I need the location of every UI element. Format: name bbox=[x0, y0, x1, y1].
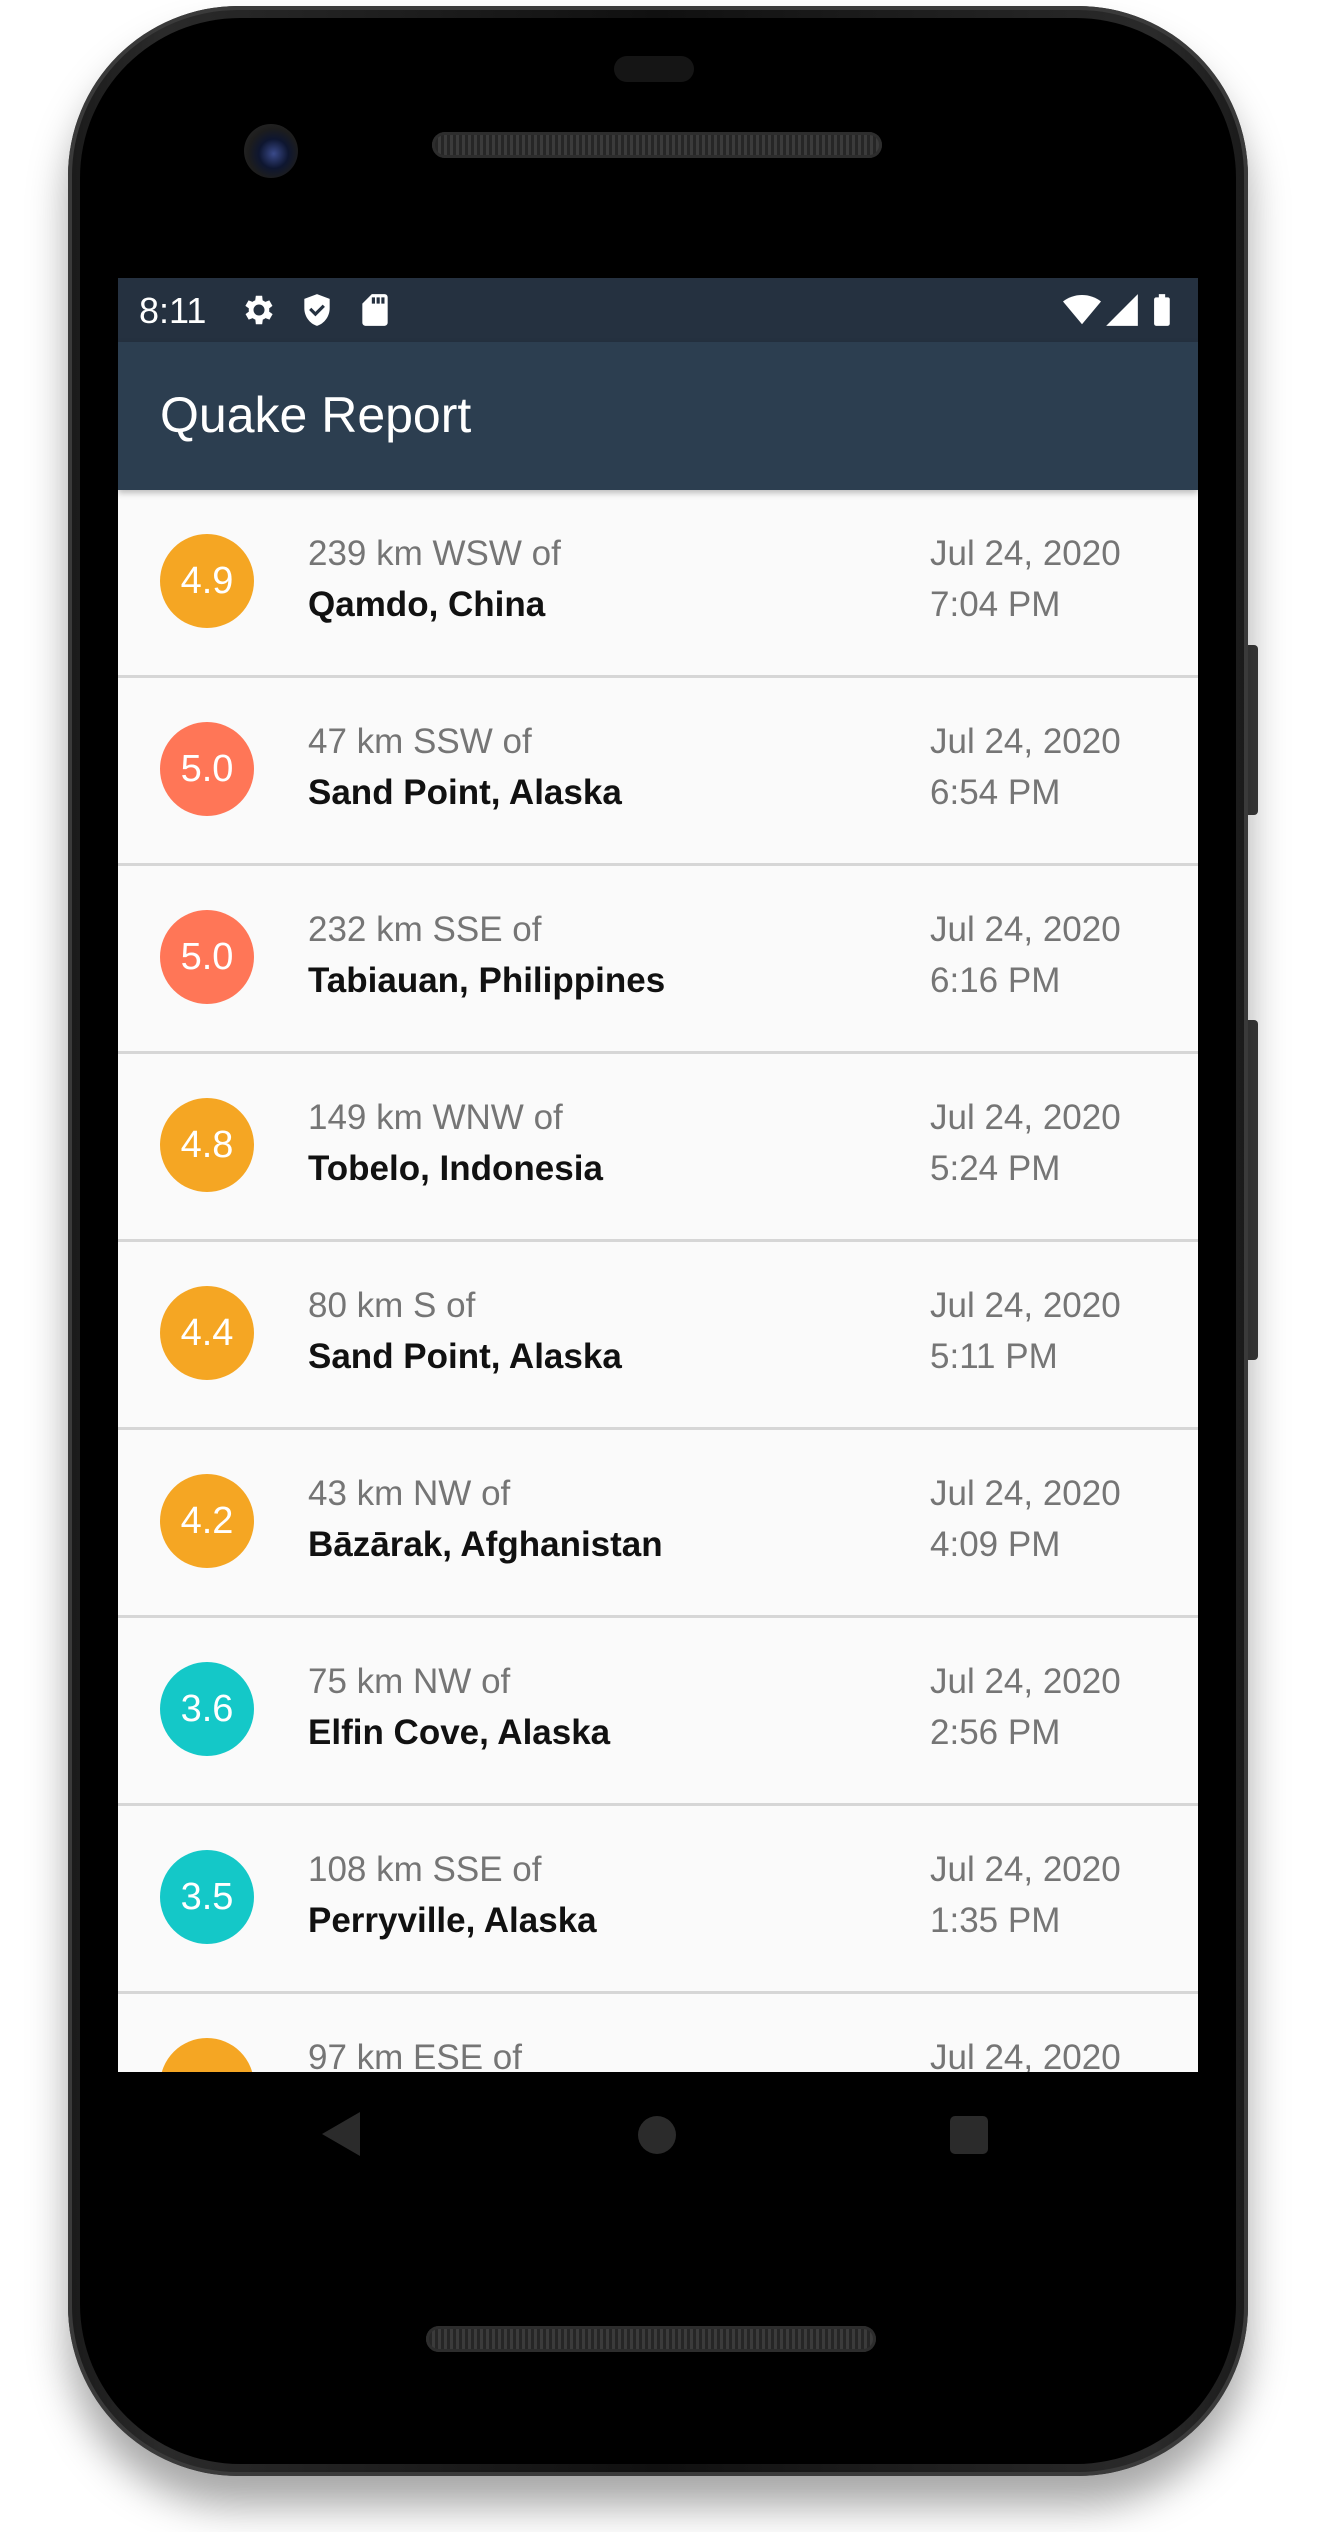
quake-time: 2:56 PM bbox=[930, 1713, 1061, 1752]
primary-location: Bāzārak, Afghanistan bbox=[308, 1525, 663, 1564]
earthquake-list-item[interactable]: 4.4 80 km S of Sand Point, Alaska Jul 24, 2… bbox=[118, 1242, 1198, 1430]
quake-date: Jul 24, 2020 bbox=[930, 1850, 1121, 1889]
battery-icon bbox=[1154, 294, 1170, 326]
magnitude-badge: 3.5 bbox=[160, 1850, 254, 1944]
app-bar: Quake Report bbox=[118, 342, 1198, 490]
quake-time: 5:24 PM bbox=[930, 1149, 1061, 1188]
back-icon[interactable] bbox=[322, 2112, 360, 2156]
magnitude-badge bbox=[160, 2038, 254, 2072]
earthquake-list-item[interactable]: 3.5 108 km SSE of Perryville, Alaska Jul 24… bbox=[118, 1806, 1198, 1994]
bottom-speaker bbox=[426, 2326, 876, 2352]
earthquake-list-item[interactable]: 97 km ESE of Jul 24, 2020 bbox=[118, 1994, 1198, 2072]
primary-location: Sand Point, Alaska bbox=[308, 773, 622, 812]
location-offset: 80 km S of bbox=[308, 1286, 476, 1325]
quake-time: 6:16 PM bbox=[930, 961, 1061, 1000]
earthquake-list[interactable]: 4.9 239 km WSW of Qamdo, China Jul 24, 2020… bbox=[118, 490, 1198, 2072]
magnitude-badge: 3.6 bbox=[160, 1662, 254, 1756]
shield-icon bbox=[304, 294, 330, 326]
quake-date: Jul 24, 2020 bbox=[930, 1286, 1121, 1325]
primary-location: Tobelo, Indonesia bbox=[308, 1149, 603, 1188]
quake-date: Jul 24, 2020 bbox=[930, 1098, 1121, 1137]
app-screen: 8:11 Quake Report 4.9 239 km WSW of Qamdo,… bbox=[118, 278, 1198, 2072]
earthquake-list-item[interactable]: 5.0 232 km SSE of Tabiauan, Philippines Jul… bbox=[118, 866, 1198, 1054]
location-offset: 149 km WNW of bbox=[308, 1098, 563, 1137]
primary-location: Elfin Cove, Alaska bbox=[308, 1713, 611, 1752]
front-camera bbox=[244, 124, 298, 178]
gear-icon bbox=[245, 295, 273, 325]
quake-time: 5:11 PM bbox=[930, 1337, 1058, 1376]
earthquake-list-item[interactable]: 3.6 75 km NW of Elfin Cove, Alaska Jul 24, … bbox=[118, 1618, 1198, 1806]
earpiece-speaker bbox=[432, 132, 882, 158]
quake-date: Jul 24, 2020 bbox=[930, 534, 1121, 573]
home-icon[interactable] bbox=[638, 2116, 676, 2154]
magnitude-badge: 4.4 bbox=[160, 1286, 254, 1380]
app-title: Quake Report bbox=[160, 387, 472, 443]
recents-icon[interactable] bbox=[950, 2116, 988, 2154]
wifi-icon bbox=[1063, 294, 1101, 325]
primary-location: Sand Point, Alaska bbox=[308, 1337, 622, 1376]
quake-date: Jul 24, 2020 bbox=[930, 910, 1121, 949]
location-offset: 75 km NW of bbox=[308, 1662, 511, 1701]
quake-date: Jul 24, 2020 bbox=[930, 1474, 1121, 1513]
signal-icon bbox=[1106, 294, 1138, 326]
status-time: 8:11 bbox=[139, 290, 207, 331]
quake-date: Jul 24, 2020 bbox=[930, 1662, 1121, 1701]
location-offset: 47 km SSW of bbox=[308, 722, 532, 761]
earthquake-list-item[interactable]: 5.0 47 km SSW of Sand Point, Alaska Jul 24,… bbox=[118, 678, 1198, 866]
quake-time: 7:04 PM bbox=[930, 585, 1061, 624]
quake-date: Jul 24, 2020 bbox=[930, 722, 1121, 761]
primary-location: Qamdo, China bbox=[308, 585, 546, 624]
earthquake-list-item[interactable]: 4.2 43 km NW of Bāzārak, Afghanistan Jul 24… bbox=[118, 1430, 1198, 1618]
status-bar: 8:11 bbox=[118, 278, 1198, 342]
sd-card-icon bbox=[362, 294, 388, 326]
earthquake-list-item[interactable]: 4.9 239 km WSW of Qamdo, China Jul 24, 2020… bbox=[118, 490, 1198, 678]
magnitude-badge: 5.0 bbox=[160, 910, 254, 1004]
primary-location: Perryville, Alaska bbox=[308, 1901, 597, 1940]
magnitude-badge: 4.8 bbox=[160, 1098, 254, 1192]
location-offset: 108 km SSE of bbox=[308, 1850, 542, 1889]
magnitude-badge: 4.9 bbox=[160, 534, 254, 628]
quake-date: Jul 24, 2020 bbox=[930, 2038, 1121, 2072]
magnitude-badge: 4.2 bbox=[160, 1474, 254, 1568]
quake-time: 4:09 PM bbox=[930, 1525, 1061, 1564]
primary-location: Tabiauan, Philippines bbox=[308, 961, 666, 1000]
earthquake-list-item[interactable]: 4.8 149 km WNW of Tobelo, Indonesia Jul 24,… bbox=[118, 1054, 1198, 1242]
quake-time: 6:54 PM bbox=[930, 773, 1061, 812]
location-offset: 232 km SSE of bbox=[308, 910, 542, 949]
location-offset: 97 km ESE of bbox=[308, 2038, 522, 2072]
proximity-sensor bbox=[614, 56, 694, 82]
location-offset: 43 km NW of bbox=[308, 1474, 511, 1513]
magnitude-badge: 5.0 bbox=[160, 722, 254, 816]
quake-time: 1:35 PM bbox=[930, 1901, 1061, 1940]
location-offset: 239 km WSW of bbox=[308, 534, 561, 573]
